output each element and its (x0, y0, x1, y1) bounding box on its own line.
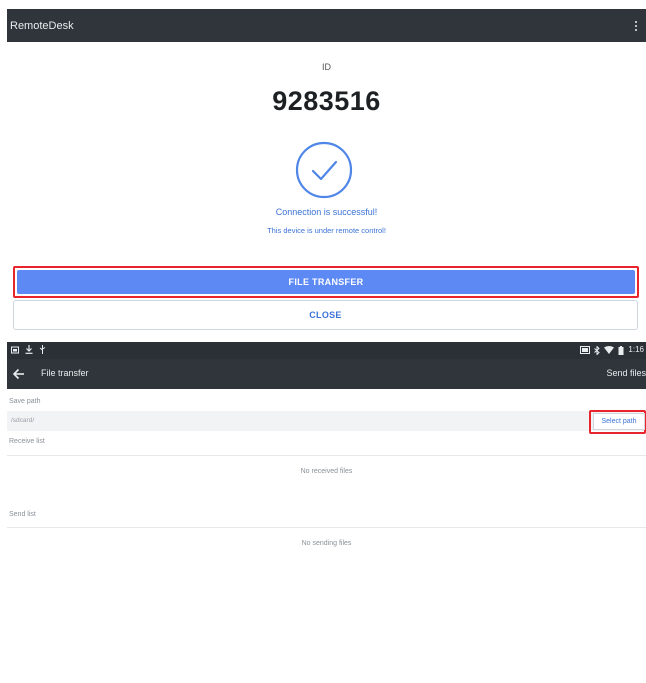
cast-icon (580, 346, 591, 354)
file-transfer-toolbar: File transfer Send files (7, 359, 646, 389)
divider (7, 455, 646, 456)
overflow-menu-icon[interactable] (635, 17, 638, 34)
status-time: 1:16 (628, 345, 644, 354)
no-sending-files-message: No sending files (301, 540, 352, 547)
file-transfer-button[interactable]: FILE TRANSFER (17, 270, 635, 294)
page-title: File transfer (41, 368, 89, 378)
bluetooth-icon (594, 345, 601, 355)
wifi-icon (604, 346, 615, 354)
remote-control-message: This device is under remote control! (267, 226, 386, 235)
device-id: 9283516 (272, 86, 381, 116)
receive-list-label: Receive list (9, 438, 45, 445)
connection-success-message: Connection is successful! (275, 207, 378, 217)
back-arrow-icon[interactable] (11, 366, 27, 382)
app-title: RemoteDesk (10, 19, 74, 32)
app-header: RemoteDesk (7, 9, 646, 42)
send-list-label: Send list (9, 511, 36, 518)
usb-icon (39, 345, 46, 354)
id-label: ID (322, 62, 331, 72)
status-bar: 1:16 (7, 342, 646, 359)
no-received-files-message: No received files (300, 468, 353, 475)
save-path-value: /sdcard/ (11, 417, 35, 424)
battery-icon (618, 345, 624, 355)
download-icon (25, 345, 33, 354)
close-button[interactable]: CLOSE (13, 300, 638, 330)
check-circle-icon (295, 141, 353, 199)
select-path-button[interactable]: Select path (593, 413, 645, 430)
send-files-button[interactable]: Send files (606, 368, 646, 378)
screenshot-icon (11, 346, 19, 353)
divider (7, 527, 646, 528)
save-path-field: /sdcard/ (7, 411, 646, 431)
save-path-label: Save path (9, 398, 41, 405)
